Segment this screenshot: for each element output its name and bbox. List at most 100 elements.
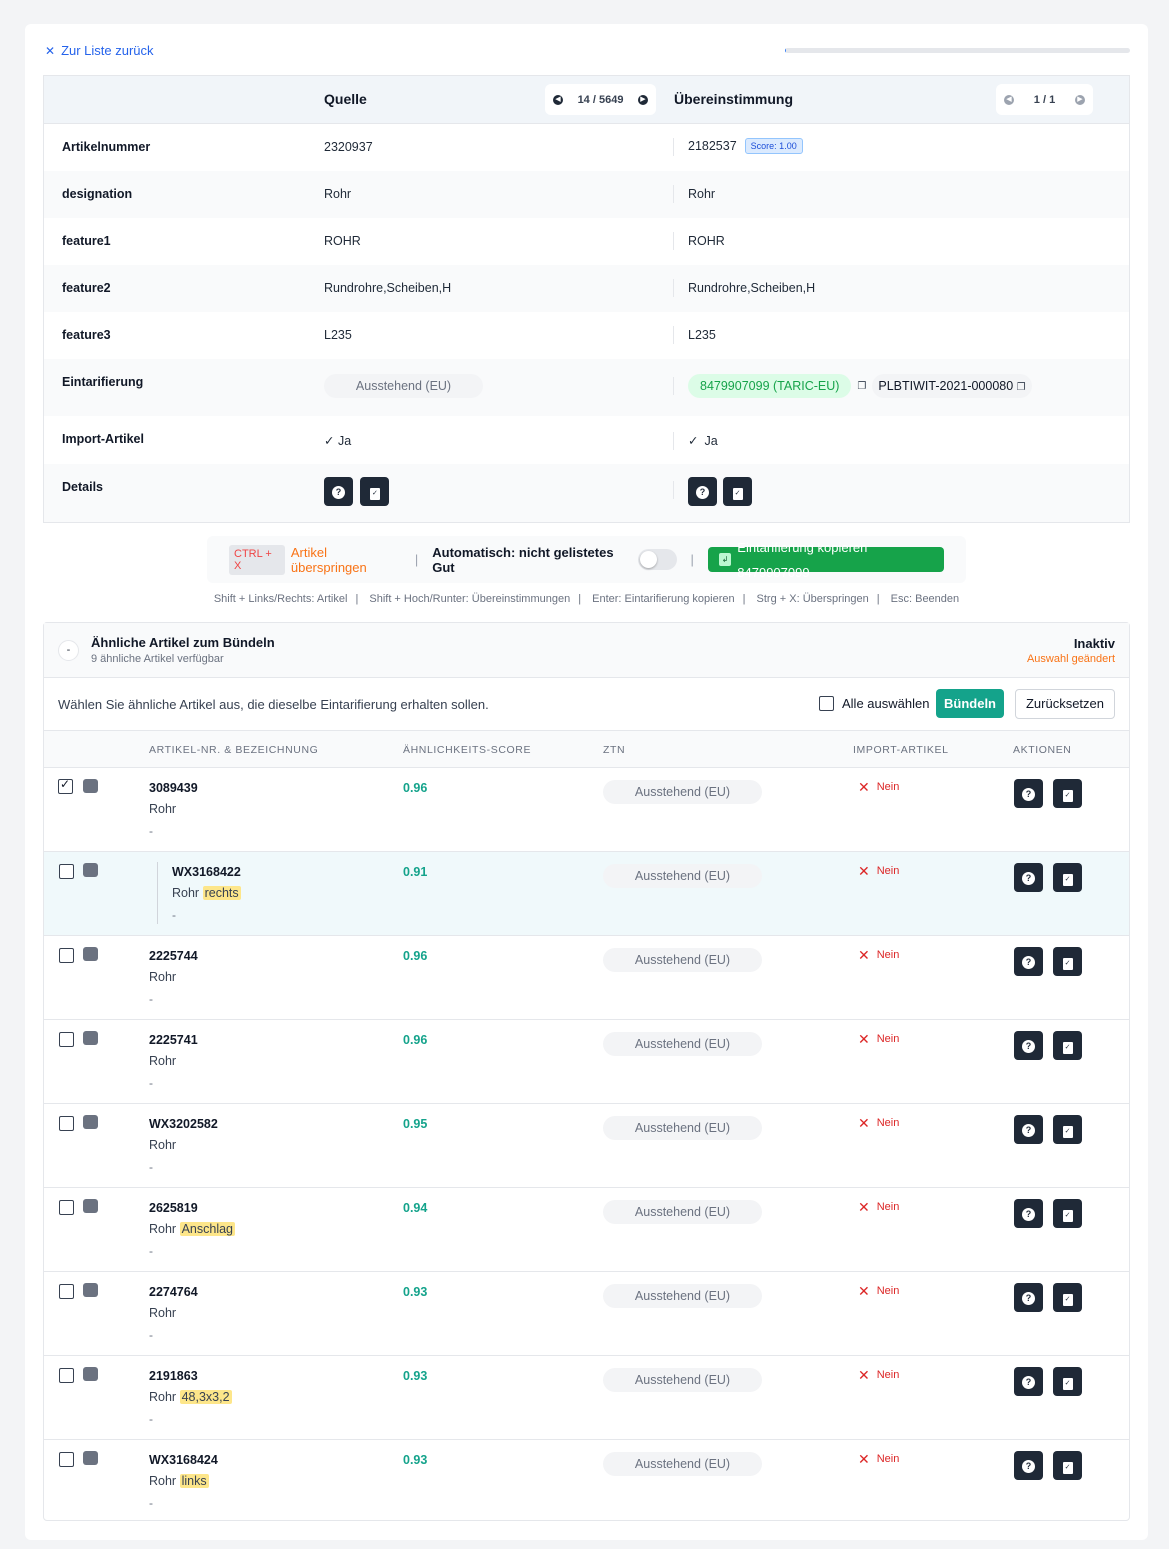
panel-toolbar: Wählen Sie ähnliche Artikel aus, die die… xyxy=(44,678,1129,731)
next-source-button[interactable]: ▶ xyxy=(638,94,648,105)
row-checkbox[interactable] xyxy=(58,777,73,794)
document-button[interactable]: ✓ xyxy=(1053,1451,1082,1480)
shortcut-hints: Shift + Links/Rechts: Artikel | Shift + H… xyxy=(213,593,960,605)
article-name: Rohr xyxy=(149,802,176,816)
document-button[interactable]: ✓ xyxy=(360,477,390,506)
skip-article-button[interactable]: Artikel überspringen xyxy=(291,545,401,575)
cross-icon: ✕ xyxy=(858,1114,870,1131)
help-button[interactable]: ? xyxy=(688,477,717,506)
row-select[interactable] xyxy=(58,777,73,794)
document-button[interactable]: ✓ xyxy=(1053,1199,1082,1228)
tariff-code-pill: 8479907099 (TARIC-EU) xyxy=(688,374,852,398)
column-divider xyxy=(673,432,674,450)
collapse-button[interactable]: - xyxy=(58,640,79,661)
row-checkbox[interactable] xyxy=(59,1452,74,1467)
article-name-text: Rohr xyxy=(149,1054,177,1068)
help-button[interactable]: ? xyxy=(1014,1031,1043,1060)
article-name-text: Rohr xyxy=(172,886,200,900)
document-button[interactable]: ✓ xyxy=(1053,863,1082,892)
next-match-button[interactable]: ▶ xyxy=(1075,94,1085,105)
help-button[interactable]: ? xyxy=(1014,947,1043,976)
article-extra: - xyxy=(149,824,153,838)
prev-match-button[interactable]: ◀ xyxy=(1004,94,1014,105)
tree-line xyxy=(157,862,158,924)
tariff-ref-pill: PLBTIWIT-2021-000080 ❐ xyxy=(872,374,1032,398)
row-checkbox[interactable] xyxy=(59,1116,74,1131)
article-name-text: Rohr xyxy=(149,1138,177,1152)
document-button[interactable]: ✓ xyxy=(1053,1283,1082,1312)
copy-icon[interactable]: ❐ xyxy=(857,381,866,392)
match-value: ROHR xyxy=(688,234,725,248)
source-value: ROHR xyxy=(324,234,361,248)
col-article: Artikel-Nr. & Bezeichnung xyxy=(149,744,319,756)
cross-icon: ✕ xyxy=(858,778,870,795)
table-row: 2274764 Rohr -0.93 Ausstehend (EU) ✕ Nein? ✓ xyxy=(44,1272,1129,1356)
row-label: feature1 xyxy=(62,234,111,248)
panel-subtitle: 9 ähnliche Artikel verfügbar xyxy=(91,653,224,665)
cross-icon: ✕ xyxy=(858,946,870,963)
article-name-text: Rohr xyxy=(149,802,177,816)
panel-description: Wählen Sie ähnliche Artikel aus, die die… xyxy=(58,697,489,712)
row-eintarifierung: Eintarifierung Ausstehend (EU) 847990709… xyxy=(44,359,1129,416)
row-import-artikel: Import-Artikel ✓ Ja ✓ Ja xyxy=(44,416,1129,464)
import-status-text: Nein xyxy=(876,1201,900,1213)
ztn-pending-pill: Ausstehend (EU) xyxy=(603,780,762,804)
row-checkbox[interactable] xyxy=(59,864,74,879)
import-status: ✕ Nein xyxy=(858,778,899,795)
ztn-pending-pill: Ausstehend (EU) xyxy=(603,1200,762,1224)
name-highlight: rechts xyxy=(202,886,241,900)
action-bar: CTRL + X Artikel überspringen | Automati… xyxy=(207,536,966,583)
document-button[interactable]: ✓ xyxy=(1053,947,1082,976)
document-button[interactable]: ✓ xyxy=(1053,1367,1082,1396)
prev-source-button[interactable]: ◀ xyxy=(553,94,563,105)
row-checkbox[interactable] xyxy=(59,1032,74,1047)
copy-icon[interactable]: ❐ xyxy=(1017,382,1026,393)
help-button[interactable]: ? xyxy=(1014,1283,1043,1312)
import-status-text: Nein xyxy=(876,1117,900,1129)
auto-unlisted-toggle[interactable] xyxy=(638,549,677,570)
import-status: ✕ Nein xyxy=(858,1366,899,1383)
help-button[interactable]: ? xyxy=(1014,1115,1043,1144)
document-button[interactable]: ✓ xyxy=(1053,1115,1082,1144)
help-button[interactable]: ? xyxy=(1014,1367,1043,1396)
copy-tariff-button[interactable]: ↲ Eintarifierung kopieren 8479907099 xyxy=(707,540,944,580)
article-name-text: Rohr xyxy=(149,1222,177,1236)
row-actions: ? ✓ xyxy=(1014,1199,1082,1228)
row-checkbox[interactable] xyxy=(59,948,74,963)
bundle-button[interactable]: Bündeln xyxy=(936,689,1004,718)
article-number: WX3168424 xyxy=(149,1453,218,1467)
source-pager-label: 14 / 5649 xyxy=(577,93,624,106)
document-button[interactable]: ✓ xyxy=(1053,779,1082,808)
article-number: 2225741 xyxy=(149,1033,198,1047)
row-actions: ? ✓ xyxy=(1014,947,1082,976)
help-button[interactable]: ? xyxy=(324,477,353,506)
column-divider xyxy=(673,326,674,344)
select-all[interactable]: Alle auswählen xyxy=(819,696,929,711)
article-extra: - xyxy=(149,1412,153,1426)
select-all-checkbox[interactable] xyxy=(819,696,834,711)
help-button[interactable]: ? xyxy=(1014,1451,1043,1480)
article-number: 2274764 xyxy=(149,1285,198,1299)
ztn-cell: Ausstehend (EU) xyxy=(603,864,762,888)
row-checkbox[interactable] xyxy=(59,1368,74,1383)
reset-button[interactable]: Zurücksetzen xyxy=(1015,689,1115,719)
help-button[interactable]: ? xyxy=(1014,1199,1043,1228)
help-button[interactable]: ? xyxy=(1014,779,1043,808)
match-import: ✓ Ja xyxy=(688,433,718,449)
help-button[interactable]: ? xyxy=(1014,863,1043,892)
article-name: Rohr links xyxy=(149,1474,209,1488)
back-to-list-link[interactable]: ✕ Zur Liste zurück xyxy=(45,43,154,58)
auto-unlisted-label: Automatisch: nicht gelistetes Gut xyxy=(432,544,614,575)
row-details: Details ? ✓ ? ✓ xyxy=(44,464,1129,522)
document-button[interactable]: ✓ xyxy=(723,477,752,506)
bundle-status: Inaktiv xyxy=(1073,636,1115,651)
row-checkbox[interactable] xyxy=(59,1284,74,1299)
document-icon: ✓ xyxy=(1062,790,1073,802)
import-status-text: Nein xyxy=(876,1033,900,1045)
match-value: Rundrohre,Scheiben,H xyxy=(688,281,816,295)
check-icon: ✓ xyxy=(688,434,699,448)
row-checkbox[interactable] xyxy=(59,1200,74,1215)
row-actions: ? ✓ xyxy=(1014,1451,1082,1480)
cross-icon: ✕ xyxy=(858,1366,870,1383)
document-button[interactable]: ✓ xyxy=(1053,1031,1082,1060)
